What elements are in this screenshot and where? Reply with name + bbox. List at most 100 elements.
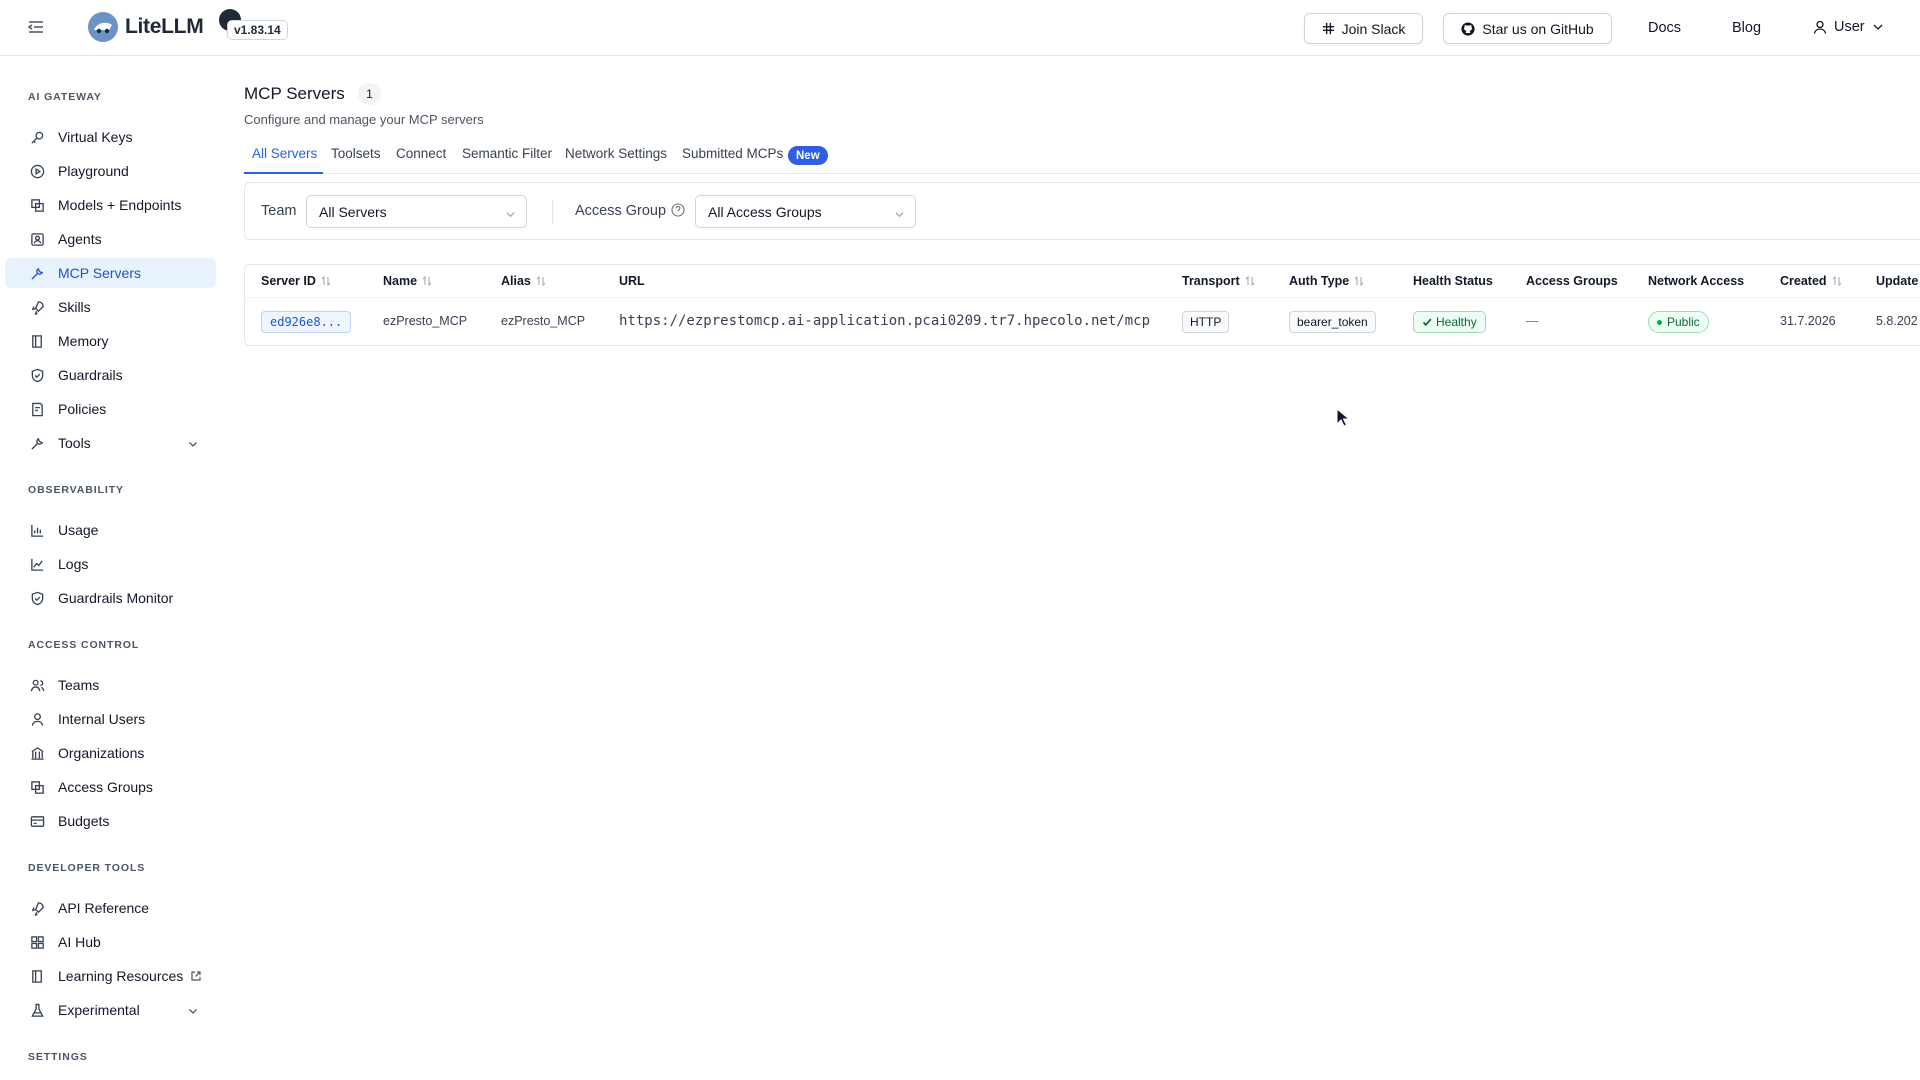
sidebar-item-tools[interactable]: Tools	[5, 428, 216, 458]
column-header-name[interactable]: Name	[383, 274, 432, 288]
access-groups-value: —	[1526, 314, 1539, 328]
docs-link[interactable]: Docs	[1648, 20, 1681, 36]
sidebar-item-label: Skills	[58, 299, 91, 315]
column-header-transport[interactable]: Transport	[1182, 274, 1255, 288]
filter-bar: Team All Servers Access Group All Access…	[244, 182, 1920, 240]
github-star-label: Star us on GitHub	[1482, 20, 1594, 37]
bank-icon	[29, 745, 45, 761]
book-icon	[29, 968, 45, 984]
access-group-select-value: All Access Groups	[708, 203, 822, 220]
sidebar-item-label: Policies	[58, 401, 107, 417]
sidebar-item-access-groups[interactable]: Access Groups	[5, 772, 216, 802]
sidebar-item-models[interactable]: Models + Endpoints	[5, 190, 216, 220]
brand-logo[interactable]: LiteLLM	[88, 12, 204, 42]
sidebar: AI GATEWAY Virtual Keys Playground Model…	[0, 57, 216, 1080]
sort-icon	[1832, 275, 1842, 287]
sidebar-item-teams[interactable]: Teams	[5, 670, 216, 700]
column-header-url: URL	[619, 274, 645, 288]
access-group-select[interactable]: All Access Groups	[695, 195, 916, 228]
play-circle-icon	[29, 163, 45, 179]
team-select[interactable]: All Servers	[306, 195, 527, 228]
sort-icon	[536, 275, 546, 287]
sidebar-item-label: Virtual Keys	[58, 129, 133, 145]
server-count-badge: 1	[358, 83, 381, 105]
sidebar-item-virtual-keys[interactable]: Virtual Keys	[5, 122, 216, 152]
external-link-icon	[190, 970, 202, 982]
flask-icon	[29, 1002, 45, 1018]
column-header-network-access: Network Access	[1648, 274, 1745, 288]
help-circle-icon[interactable]	[671, 203, 685, 217]
sidebar-item-agents[interactable]: Agents	[5, 224, 216, 254]
tab-connect[interactable]: Connect	[396, 146, 446, 161]
new-badge: New	[788, 146, 828, 165]
grid-icon	[29, 934, 45, 950]
tab-network-settings[interactable]: Network Settings	[565, 146, 667, 161]
server-url: https://ezprestomcp.ai-application.pcai0…	[619, 313, 1151, 329]
user-icon	[1813, 20, 1827, 34]
page-subtitle: Configure and manage your MCP servers	[244, 112, 484, 127]
sidebar-item-label: Usage	[58, 522, 99, 538]
auth-type-tag: bearer_token	[1289, 311, 1376, 333]
chevron-down-icon	[894, 207, 905, 218]
tab-toolsets[interactable]: Toolsets	[331, 146, 381, 161]
shield-check-icon	[29, 590, 45, 606]
server-id-link[interactable]: ed926e8...	[261, 311, 352, 333]
team-filter-label: Team	[261, 203, 297, 219]
join-slack-label: Join Slack	[1341, 20, 1406, 37]
header-divider	[245, 297, 1920, 298]
sidebar-item-internal-users[interactable]: Internal Users	[5, 704, 216, 734]
sidebar-item-label: Guardrails	[58, 367, 123, 383]
sort-icon	[1245, 275, 1255, 287]
health-status-badge: Healthy	[1413, 311, 1486, 333]
agent-icon	[29, 231, 45, 247]
transport-tag: HTTP	[1182, 311, 1230, 333]
sidebar-item-label: Playground	[58, 163, 129, 179]
sidebar-item-ai-hub[interactable]: AI Hub	[5, 927, 216, 957]
sidebar-item-logs[interactable]: Logs	[5, 549, 216, 579]
filter-divider	[552, 199, 553, 225]
status-dot-icon	[1657, 319, 1662, 325]
sort-icon	[1354, 275, 1364, 287]
mouse-cursor-icon	[1336, 407, 1351, 428]
column-header-access-groups: Access Groups	[1526, 274, 1618, 288]
tab-submitted-mcps[interactable]: Submitted MCPs	[682, 146, 783, 161]
blog-link[interactable]: Blog	[1732, 20, 1761, 36]
user-menu[interactable]: User	[1813, 19, 1884, 35]
section-observability: OBSERVABILITY	[28, 484, 124, 496]
sidebar-toggle-icon[interactable]	[26, 17, 46, 37]
column-header-server-id[interactable]: Server ID	[261, 274, 331, 288]
user-icon	[29, 711, 45, 727]
tab-semantic-filter[interactable]: Semantic Filter	[462, 146, 552, 161]
sidebar-item-learning-resources[interactable]: Learning Resources	[5, 961, 216, 991]
github-star-button[interactable]: Star us on GitHub	[1443, 13, 1612, 44]
sidebar-item-policies[interactable]: Policies	[5, 394, 216, 424]
column-header-updated[interactable]: Update	[1876, 274, 1918, 288]
version-badge: v1.83.14	[227, 20, 288, 40]
tab-all-servers[interactable]: All Servers	[252, 146, 317, 161]
sidebar-item-usage[interactable]: Usage	[5, 515, 216, 545]
section-ai-gateway: AI GATEWAY	[28, 91, 102, 103]
line-chart-icon	[29, 556, 45, 572]
sidebar-item-guardrails[interactable]: Guardrails	[5, 360, 216, 390]
column-header-created[interactable]: Created	[1780, 274, 1842, 288]
section-settings: SETTINGS	[28, 1051, 88, 1063]
sidebar-item-api-reference[interactable]: API Reference	[5, 893, 216, 923]
key-icon	[29, 129, 45, 145]
sidebar-item-experimental[interactable]: Experimental	[5, 995, 216, 1025]
sidebar-item-memory[interactable]: Memory	[5, 326, 216, 356]
sidebar-item-guardrails-monitor[interactable]: Guardrails Monitor	[5, 583, 216, 613]
column-header-alias[interactable]: Alias	[501, 274, 546, 288]
sidebar-item-mcp-servers[interactable]: MCP Servers	[5, 258, 216, 288]
wallet-icon	[29, 813, 45, 829]
sidebar-item-organizations[interactable]: Organizations	[5, 738, 216, 768]
sidebar-item-playground[interactable]: Playground	[5, 156, 216, 186]
sidebar-item-skills[interactable]: Skills	[5, 292, 216, 322]
slack-icon	[1322, 22, 1334, 35]
column-header-auth-type[interactable]: Auth Type	[1289, 274, 1364, 288]
active-tab-indicator	[244, 172, 323, 174]
sidebar-item-budgets[interactable]: Budgets	[5, 806, 216, 836]
join-slack-button[interactable]: Join Slack	[1304, 13, 1423, 44]
sidebar-item-label: Experimental	[58, 1002, 140, 1018]
section-access-control: ACCESS CONTROL	[28, 639, 140, 651]
group-block-icon	[29, 779, 45, 795]
